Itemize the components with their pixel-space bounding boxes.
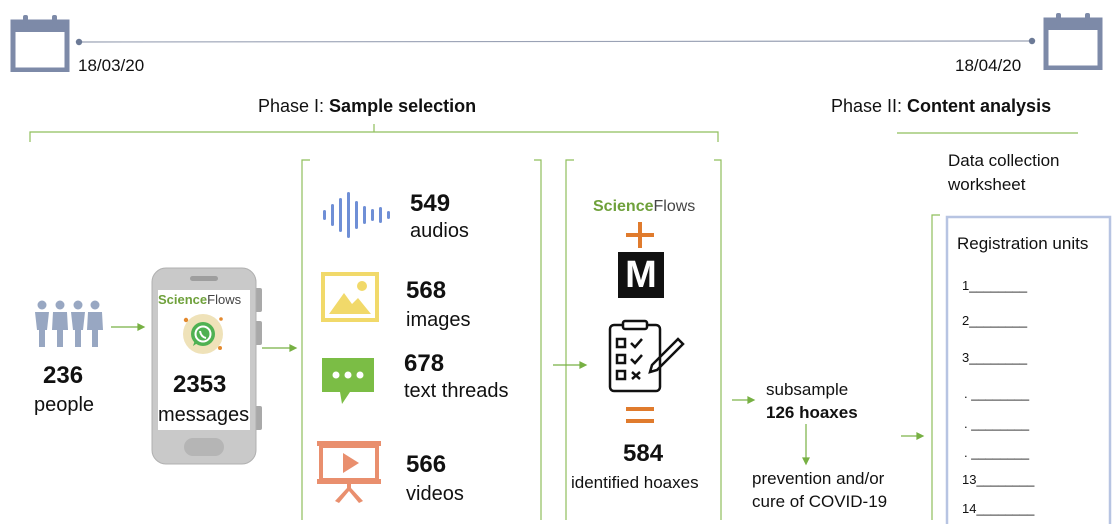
phone-brand: ScienceFlows: [158, 292, 242, 307]
image-icon: [321, 272, 379, 322]
worksheet-row: 2________: [962, 313, 1028, 328]
timeline-end-date: 18/04/20: [955, 56, 1022, 75]
media-label-images: images: [406, 309, 471, 331]
video-presentation-icon: [317, 441, 381, 503]
media-count-videos: 566: [406, 451, 447, 478]
media-label-text-threads: text threads: [404, 380, 509, 402]
plus-icon: [626, 222, 654, 248]
phase2-title: Phase II: Content analysis: [831, 96, 1052, 116]
calendar-icon: [10, 15, 70, 72]
verification-brand: ScienceFlows: [593, 198, 696, 215]
worksheet-row: . ________: [964, 445, 1030, 460]
phone-label: messages: [158, 404, 250, 426]
people-icon: [35, 300, 103, 347]
media-count-images: 568: [406, 277, 447, 304]
chat-bubble-icon: [322, 358, 374, 404]
worksheet-title-line-2: worksheet: [948, 175, 1026, 194]
worksheet-title-line-1: Data collection: [948, 151, 1060, 170]
media-label-videos: videos: [406, 483, 464, 505]
worksheet-row: 14________: [962, 501, 1035, 516]
media-label-audios: audios: [410, 220, 469, 242]
identified-hoaxes-label: identified hoaxes: [571, 473, 699, 492]
media-bracket-left: [301, 159, 310, 520]
media-bracket-right: [534, 159, 542, 520]
worksheet-row: 3________: [962, 350, 1028, 365]
worksheet-bracket: [931, 214, 940, 520]
phone-count: 2353: [173, 371, 227, 398]
identified-hoaxes-count: 584: [623, 440, 664, 467]
registration-units-heading: Registration units: [957, 234, 1089, 253]
worksheet-row: 1________: [962, 278, 1028, 293]
focus-line-2: cure of COVID-19: [752, 492, 888, 511]
timeline-end-dot: [1028, 37, 1036, 45]
focus-line-1: prevention and/or: [752, 469, 885, 488]
phase1-title: Phase I: Sample selection: [258, 96, 477, 116]
worksheet-row: 13________: [962, 472, 1035, 487]
whatsapp-icon: [183, 314, 223, 354]
subsample-label: subsample: [766, 380, 849, 399]
media-count-text-threads: 678: [404, 350, 445, 377]
verify-bracket-right: [714, 159, 722, 520]
people-count: 236: [43, 362, 84, 389]
maldita-logo-icon: M: [618, 252, 664, 298]
worksheet-row: . ________: [964, 386, 1030, 401]
timeline-start-date: 18/03/20: [78, 56, 145, 75]
subsample-value: 126 hoaxes: [766, 403, 858, 422]
media-count-audios: 549: [410, 190, 451, 217]
people-label: people: [34, 394, 95, 416]
equals-icon: [626, 407, 654, 423]
calendar-icon: [1043, 13, 1103, 70]
phase1-brace: [29, 124, 719, 142]
audio-wave-icon: [323, 192, 390, 238]
timeline-start-dot: [75, 38, 83, 46]
verify-bracket-left: [565, 159, 574, 520]
checklist-clipboard-icon: [608, 319, 685, 393]
worksheet-row: . ________: [964, 416, 1030, 431]
